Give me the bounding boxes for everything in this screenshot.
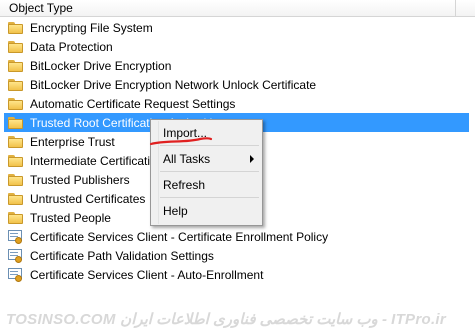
- list-item[interactable]: Encrypting File System: [4, 18, 469, 37]
- folder-icon: [8, 21, 24, 34]
- menu-item-import-label: Import...: [163, 125, 208, 140]
- list-item[interactable]: Data Protection: [4, 37, 469, 56]
- list-item[interactable]: BitLocker Drive Encryption: [4, 56, 469, 75]
- folder-icon: [8, 192, 24, 205]
- column-header[interactable]: Object Type: [0, 0, 475, 17]
- menu-item-refresh-label: Refresh: [163, 177, 206, 192]
- menu-item-import[interactable]: Import...: [153, 122, 260, 143]
- folder-icon: [8, 116, 24, 129]
- menu-item-refresh[interactable]: Refresh: [153, 174, 260, 195]
- list-item-label: Untrusted Certificates: [30, 191, 146, 206]
- list-item-label: Automatic Certificate Request Settings: [30, 96, 236, 111]
- list-item[interactable]: Certificate Path Validation Settings: [4, 246, 469, 265]
- menu-separator: [160, 197, 259, 198]
- menu-separator: [160, 171, 259, 172]
- menu-item-help-label: Help: [163, 203, 188, 218]
- menu-item-help[interactable]: Help: [153, 200, 260, 221]
- folder-icon: [8, 211, 24, 224]
- watermark: TOSINSO.COM وب سایت تخصصی فناوری اطلاعات…: [6, 311, 447, 328]
- folder-icon: [8, 40, 24, 53]
- folder-icon: [8, 78, 24, 91]
- list-item[interactable]: BitLocker Drive Encryption Network Unloc…: [4, 75, 469, 94]
- list-item-label: Trusted Publishers: [30, 172, 130, 187]
- menu-separator: [160, 145, 259, 146]
- list-item-label: Data Protection: [30, 39, 113, 54]
- list-item-label: BitLocker Drive Encryption: [30, 58, 172, 73]
- menu-item-all-tasks[interactable]: All Tasks: [153, 148, 260, 169]
- list-item[interactable]: Certificate Services Client - Certificat…: [4, 227, 469, 246]
- folder-icon: [8, 173, 24, 186]
- object-type-header[interactable]: Object Type: [9, 1, 73, 15]
- folder-icon: [8, 154, 24, 167]
- certificate-icon: [8, 229, 24, 244]
- header-divider: [455, 0, 456, 17]
- context-menu: Import... All Tasks Refresh Help: [150, 119, 263, 226]
- folder-icon: [8, 59, 24, 72]
- list-item-label: Encrypting File System: [30, 20, 153, 35]
- certificate-icon: [8, 267, 24, 282]
- list-item-label: Enterprise Trust: [30, 134, 115, 149]
- menu-item-all-tasks-label: All Tasks: [163, 151, 211, 166]
- list-item-label: BitLocker Drive Encryption Network Unloc…: [30, 77, 317, 92]
- folder-icon: [8, 135, 24, 148]
- list-item-label: Certificate Path Validation Settings: [30, 248, 214, 263]
- folder-icon: [8, 97, 24, 110]
- list-item[interactable]: Certificate Services Client - Auto-Enrol…: [4, 265, 469, 284]
- certificate-icon: [8, 248, 24, 263]
- list-item-label: Certificate Services Client - Certificat…: [30, 229, 329, 244]
- list-item[interactable]: Automatic Certificate Request Settings: [4, 94, 469, 113]
- list-item-label: Trusted People: [30, 210, 111, 225]
- submenu-arrow-icon: [250, 155, 254, 163]
- list-item-label: Certificate Services Client - Auto-Enrol…: [30, 267, 264, 282]
